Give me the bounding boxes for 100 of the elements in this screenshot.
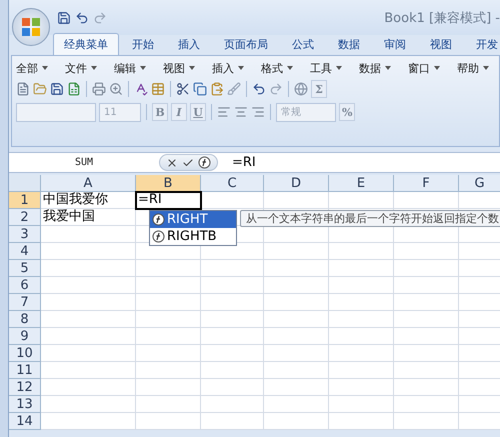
table-cell[interactable]: [264, 311, 329, 328]
table-cell[interactable]: [41, 260, 136, 277]
globe-icon[interactable]: [294, 82, 308, 96]
table-cell[interactable]: [201, 328, 264, 345]
menu-item[interactable]: 插入: [212, 60, 244, 76]
row-header[interactable]: 12: [9, 379, 41, 396]
table-cell[interactable]: [41, 243, 136, 260]
table-cell[interactable]: [136, 413, 201, 430]
table-cell[interactable]: [394, 311, 459, 328]
table-cell[interactable]: [394, 294, 459, 311]
table-cell[interactable]: [329, 396, 394, 413]
undo-icon[interactable]: [75, 10, 89, 24]
align-center-icon[interactable]: [234, 105, 248, 119]
table-cell[interactable]: [201, 396, 264, 413]
table-cell[interactable]: [136, 396, 201, 413]
autocomplete-item[interactable]: RIGHT: [150, 211, 236, 228]
menu-item[interactable]: 帮助: [457, 60, 489, 76]
row-header[interactable]: 10: [9, 345, 41, 362]
table-cell[interactable]: [329, 379, 394, 396]
table-cell[interactable]: [41, 345, 136, 362]
row-header[interactable]: 8: [9, 311, 41, 328]
save-icon[interactable]: [50, 82, 64, 96]
column-header[interactable]: D: [264, 175, 329, 192]
table-cell[interactable]: [136, 277, 201, 294]
table-cell[interactable]: [201, 260, 264, 277]
table-cell[interactable]: [329, 311, 394, 328]
ribbon-tab[interactable]: 经典菜单: [53, 33, 119, 55]
table-cell[interactable]: [201, 192, 264, 209]
menu-item[interactable]: 数据: [359, 60, 391, 76]
table-cell[interactable]: [394, 328, 459, 345]
table-cell[interactable]: [394, 192, 459, 209]
table-cell[interactable]: [264, 413, 329, 430]
ribbon-tab[interactable]: 数据: [327, 33, 371, 55]
table-cell[interactable]: [41, 396, 136, 413]
table-cell[interactable]: [329, 328, 394, 345]
table-cell[interactable]: [136, 379, 201, 396]
menu-item[interactable]: 工具: [310, 60, 342, 76]
table-cell[interactable]: [394, 379, 459, 396]
table-cell[interactable]: [394, 413, 459, 430]
table-cell[interactable]: [264, 328, 329, 345]
select-all-corner[interactable]: [9, 175, 41, 192]
menu-item[interactable]: 窗口: [408, 60, 440, 76]
table-cell[interactable]: [41, 311, 136, 328]
table-cell[interactable]: [201, 311, 264, 328]
ribbon-tab[interactable]: 插入: [167, 33, 211, 55]
table-cell[interactable]: [394, 396, 459, 413]
spell-check-icon[interactable]: [134, 82, 148, 96]
table-cell[interactable]: [264, 362, 329, 379]
table-cell[interactable]: [41, 362, 136, 379]
row-header[interactable]: 1: [9, 192, 41, 209]
row-header[interactable]: 3: [9, 226, 41, 243]
row-header[interactable]: 2: [9, 209, 41, 226]
table-cell[interactable]: [201, 277, 264, 294]
ribbon-tab[interactable]: 公式: [281, 33, 325, 55]
ribbon-tab[interactable]: 审阅: [373, 33, 417, 55]
table-cell[interactable]: [136, 294, 201, 311]
table-cell[interactable]: [329, 243, 394, 260]
ribbon-tab[interactable]: 开发: [465, 33, 500, 55]
table-cell[interactable]: [329, 345, 394, 362]
row-header[interactable]: 14: [9, 413, 41, 430]
table-cell[interactable]: [201, 413, 264, 430]
name-box[interactable]: SUM: [9, 153, 159, 172]
table-cell[interactable]: [41, 379, 136, 396]
table-cell[interactable]: [394, 362, 459, 379]
table-cell[interactable]: [41, 328, 136, 345]
table-cell[interactable]: [264, 379, 329, 396]
column-header[interactable]: A: [41, 175, 136, 192]
column-header[interactable]: B: [136, 175, 201, 192]
table-cell[interactable]: [329, 413, 394, 430]
table-cell[interactable]: [264, 243, 329, 260]
menu-item[interactable]: 文件: [65, 60, 97, 76]
table-cell[interactable]: [329, 277, 394, 294]
table-cell[interactable]: [329, 260, 394, 277]
paste-icon[interactable]: [210, 82, 224, 96]
ribbon-tab[interactable]: 页面布局: [213, 33, 279, 55]
table-cell[interactable]: [136, 362, 201, 379]
undo-icon[interactable]: [252, 82, 266, 96]
column-header[interactable]: C: [201, 175, 264, 192]
table-cell[interactable]: [136, 345, 201, 362]
formula-field[interactable]: =RI: [232, 155, 256, 170]
table-cell[interactable]: [394, 277, 459, 294]
table-cell[interactable]: [394, 345, 459, 362]
table-cell[interactable]: 中国我爱你: [41, 192, 136, 209]
menu-item[interactable]: 格式: [261, 60, 293, 76]
table-cell[interactable]: [201, 345, 264, 362]
row-header[interactable]: 5: [9, 260, 41, 277]
new-document-icon[interactable]: [16, 82, 30, 96]
column-header[interactable]: E: [329, 175, 394, 192]
table-cell[interactable]: [41, 226, 136, 243]
table-cell[interactable]: [41, 294, 136, 311]
row-header[interactable]: 13: [9, 396, 41, 413]
table-cell[interactable]: [264, 277, 329, 294]
row-header[interactable]: 6: [9, 277, 41, 294]
table-cell[interactable]: [329, 192, 394, 209]
row-header[interactable]: 9: [9, 328, 41, 345]
table-cell[interactable]: [329, 362, 394, 379]
ribbon-tab[interactable]: 视图: [419, 33, 463, 55]
table-cell[interactable]: [264, 294, 329, 311]
column-header[interactable]: F: [394, 175, 459, 192]
font-name-field[interactable]: [16, 102, 96, 122]
